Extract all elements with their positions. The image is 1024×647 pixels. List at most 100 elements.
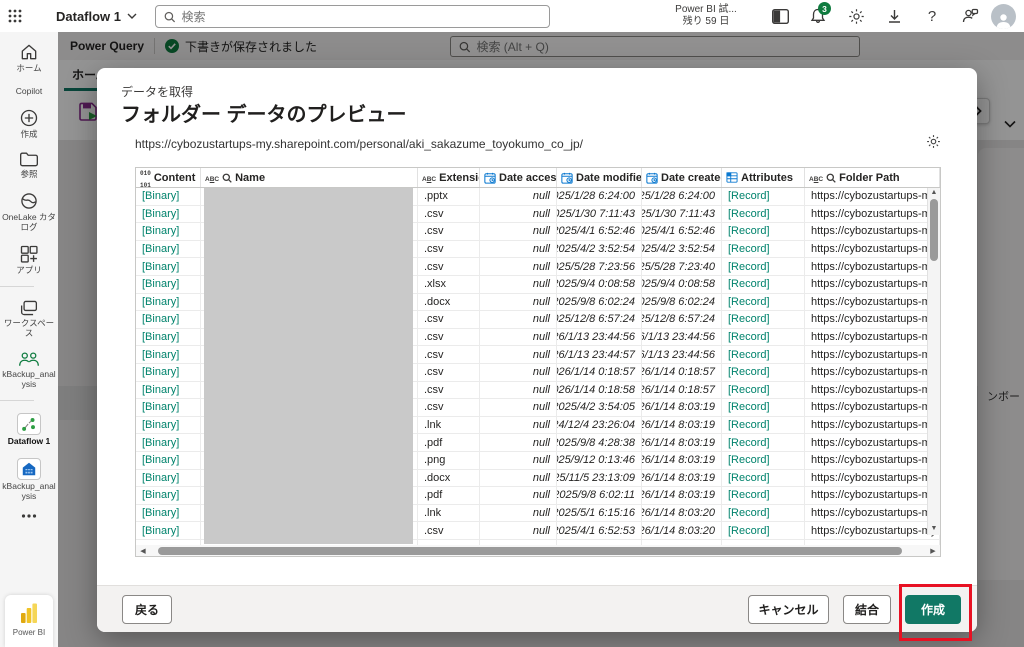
dialog-footer: 戻る キャンセル 結合 作成: [97, 585, 977, 632]
table-header-row: 010101ContentABCNameABCExtensionDate acc…: [136, 168, 940, 188]
cell-folder-path: https://cybozustartups-my.sha: [805, 188, 940, 205]
datetime-type-icon: [561, 172, 573, 184]
cell-extension: .csv: [418, 223, 480, 240]
global-search-input[interactable]: [181, 10, 541, 24]
feedback-icon[interactable]: [951, 0, 989, 32]
app-title: Dataflow 1: [56, 9, 121, 24]
cell-extension: .pptx: [418, 188, 480, 205]
cell-date-accessed: null: [480, 294, 557, 311]
cell-date-modified: 2025/1/30 7:11:43: [557, 206, 642, 223]
cell-date-modified: 2025/9/8 6:02:11: [557, 487, 642, 504]
cell-attributes: [Record]: [722, 241, 805, 258]
sidebar-item-workspace-kbackup[interactable]: kBackup_analysis: [0, 350, 58, 390]
cell-date-created: 2026/1/13 23:44:56: [642, 346, 722, 363]
sidebar-item-label: 参照: [19, 170, 38, 180]
cell-attributes: [Record]: [722, 382, 805, 399]
vertical-scroll-thumb[interactable]: [930, 199, 938, 261]
column-label: Attributes: [741, 172, 793, 184]
sidebar-item-browse[interactable]: 参照: [0, 150, 58, 180]
sidebar-item-label: ホーム: [15, 64, 42, 74]
side-pane-toggle-icon[interactable]: [761, 0, 799, 32]
cell-content: [Binary]: [136, 311, 201, 328]
people-icon: [18, 350, 40, 368]
cell-content: [Binary]: [136, 434, 201, 451]
sidebar-divider: [0, 400, 34, 401]
column-header-name: ABCName: [201, 168, 418, 187]
get-data-dialog: データを取得 フォルダー データのプレビュー https://cybozusta…: [97, 68, 977, 632]
cell-attributes: [Record]: [722, 399, 805, 416]
cell-folder-path: https://cybozustartups-my.sha: [805, 417, 940, 434]
cell-date-created: 2025/12/8 6:57:24: [642, 311, 722, 328]
scroll-right-icon[interactable]: ▶: [926, 547, 940, 555]
cell-attributes: [Record]: [722, 417, 805, 434]
cell-extension: .pdf: [418, 434, 480, 451]
scroll-up-icon[interactable]: ▲: [931, 188, 938, 198]
preview-settings-gear-icon[interactable]: [926, 134, 941, 149]
download-icon[interactable]: [875, 0, 913, 32]
cell-content: [Binary]: [136, 522, 201, 539]
global-search-box[interactable]: [155, 5, 550, 28]
powerbi-logo-icon: [18, 603, 40, 625]
cell-attributes: [Record]: [722, 487, 805, 504]
cell-date-accessed: null: [480, 258, 557, 275]
search-icon: [222, 173, 232, 183]
app-title-menu[interactable]: Dataflow 1: [56, 9, 137, 24]
table-body: [Binary].pptxnull2025/1/28 6:24:002025/1…: [136, 188, 940, 547]
cell-extension: .lnk: [418, 505, 480, 522]
cell-attributes: [Record]: [722, 470, 805, 487]
powerbi-product-label: Power BI: [13, 628, 45, 637]
sidebar-item-onelake[interactable]: OneLake カタログ: [0, 191, 58, 233]
scroll-down-icon[interactable]: ▼: [931, 524, 938, 534]
cell-content: [Binary]: [136, 276, 201, 293]
cell-attributes: [Record]: [722, 188, 805, 205]
cell-date-modified: 2025/9/4 0:08:58: [557, 276, 642, 293]
create-button[interactable]: 作成: [905, 595, 961, 624]
vertical-scrollbar[interactable]: ▲ ▼: [927, 188, 940, 535]
cell-extension: .csv: [418, 258, 480, 275]
cell-date-modified: 2024/12/4 23:26:04: [557, 417, 642, 434]
cell-folder-path: https://cybozustartups-my.sha: [805, 241, 940, 258]
combine-button[interactable]: 結合: [843, 595, 891, 624]
back-button[interactable]: 戻る: [122, 595, 172, 624]
cell-extension: .csv: [418, 399, 480, 416]
sidebar-item-label: OneLake カタログ: [0, 213, 58, 233]
settings-gear-icon[interactable]: [837, 0, 875, 32]
notifications-bell-icon[interactable]: 3: [799, 0, 837, 32]
sidebar-item-dataflow-1[interactable]: Dataflow 1: [0, 413, 58, 447]
name-column-redaction: [204, 188, 413, 544]
sidebar-item-label: Dataflow 1: [7, 437, 52, 447]
help-icon[interactable]: ?: [913, 0, 951, 32]
cell-folder-path: https://cybozustartups-my.sha: [805, 522, 940, 539]
cell-content: [Binary]: [136, 399, 201, 416]
cell-date-modified: 2026/1/14 0:18:57: [557, 364, 642, 381]
powerbi-product-card[interactable]: Power BI: [5, 595, 53, 647]
horizontal-scrollbar[interactable]: ◀ ▶: [136, 545, 940, 556]
cell-content: [Binary]: [136, 206, 201, 223]
user-avatar[interactable]: [991, 4, 1016, 29]
sidebar-item-lakehouse-kbackup[interactable]: kBackup_analysis: [0, 458, 58, 502]
sidebar-item-copilot[interactable]: Copilot: [0, 85, 58, 97]
sidebar-item-more[interactable]: [0, 513, 58, 519]
sidebar-item-create[interactable]: 作成: [0, 108, 58, 140]
cell-date-created: 2026/1/14 8:03:19: [642, 452, 722, 469]
cell-date-created: 2026/1/14 0:18:57: [642, 382, 722, 399]
sidebar-item-label: kBackup_analysis: [0, 370, 58, 390]
horizontal-scroll-thumb[interactable]: [158, 547, 902, 555]
sidebar-item-workspaces[interactable]: ワークスペース: [0, 299, 58, 339]
cell-content: [Binary]: [136, 505, 201, 522]
top-bar: Dataflow 1 Power BI 試... 残り 59 日 3: [0, 0, 1024, 32]
cell-date-modified: 2025/4/1 6:52:46: [557, 223, 642, 240]
cell-date-created: 2025/5/28 7:23:40: [642, 258, 722, 275]
cell-content: [Binary]: [136, 364, 201, 381]
cell-attributes: [Record]: [722, 522, 805, 539]
waffle-menu-icon[interactable]: [0, 0, 30, 32]
cancel-button[interactable]: キャンセル: [748, 595, 829, 624]
search-icon: [164, 11, 175, 23]
scroll-left-icon[interactable]: ◀: [136, 547, 150, 555]
sidebar-item-apps[interactable]: アプリ: [0, 244, 58, 276]
cell-content: [Binary]: [136, 417, 201, 434]
cell-date-created: 2025/1/28 6:24:00: [642, 188, 722, 205]
sidebar-item-home[interactable]: ホーム: [0, 42, 58, 74]
cell-folder-path: https://cybozustartups-my.sha: [805, 364, 940, 381]
cell-folder-path: https://cybozustartups-my.sha: [805, 276, 940, 293]
